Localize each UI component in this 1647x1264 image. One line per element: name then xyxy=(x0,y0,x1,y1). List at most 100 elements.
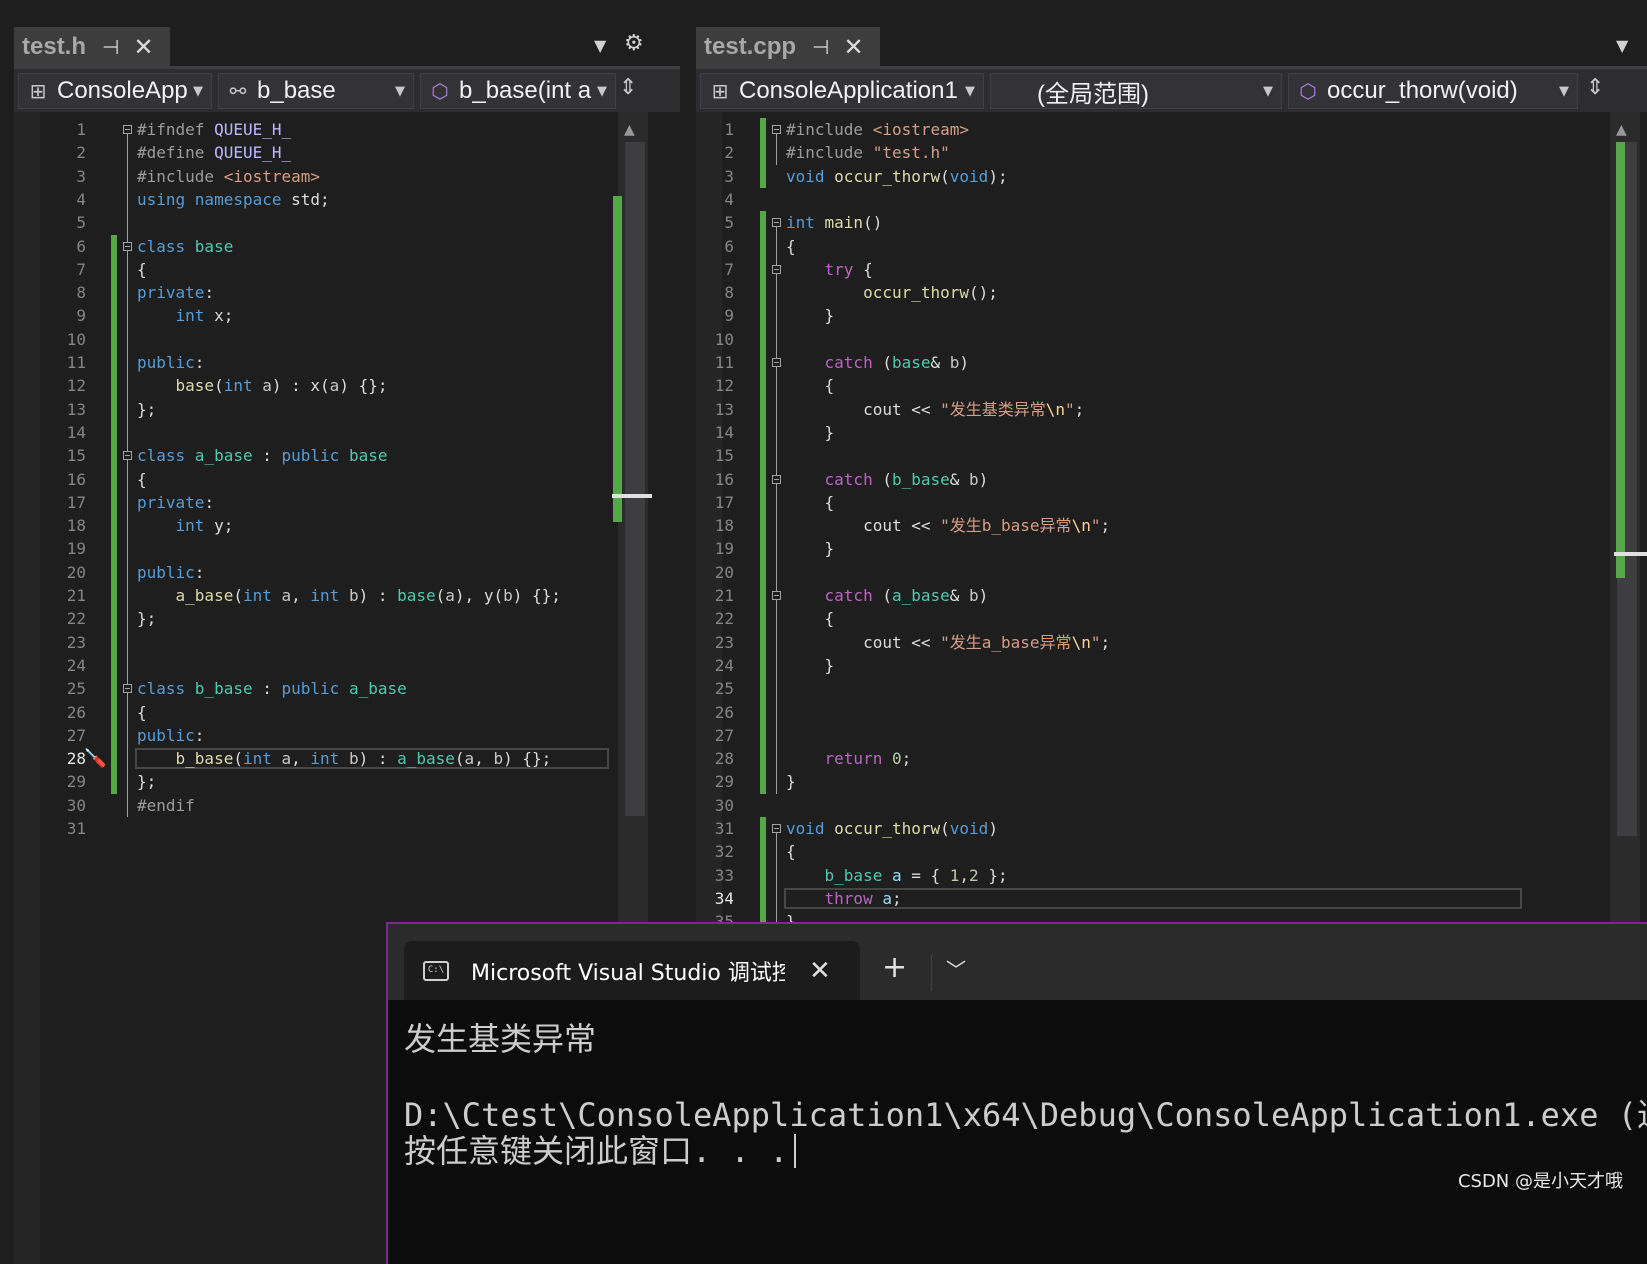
console-tab[interactable]: C:\ Microsoft Visual Studio 调试控制台 ✕ xyxy=(404,941,860,1000)
collapse-toggle-icon[interactable] xyxy=(772,218,781,228)
code-line[interactable]: { xyxy=(137,258,147,281)
collapse-toggle-icon[interactable] xyxy=(123,451,132,461)
scope-combo[interactable]: ⚯ b_base ▼ xyxy=(218,73,414,109)
code-line[interactable]: } xyxy=(786,421,835,444)
code-line[interactable]: return 0; xyxy=(786,747,912,770)
gear-icon[interactable]: ⚙ xyxy=(624,31,644,56)
code-line[interactable]: cout << "发生b_base异常\n"; xyxy=(786,514,1110,537)
code-line[interactable]: int y; xyxy=(137,514,234,537)
code-line[interactable]: public: xyxy=(137,724,204,747)
line-number: 29 xyxy=(66,772,86,792)
project-combo[interactable]: ⊞ ConsoleApplication1 ▼ xyxy=(700,73,984,109)
code-line[interactable]: { xyxy=(786,607,835,630)
code-line[interactable]: a_base(int a, int b) : base(a), y(b) {}; xyxy=(137,584,561,607)
split-window-icon[interactable]: ⇕ xyxy=(619,75,637,100)
code-line[interactable]: catch (base& b) xyxy=(786,351,970,374)
collapse-toggle-icon[interactable] xyxy=(772,474,781,484)
tab-list-dropdown-icon[interactable]: ▼ xyxy=(1616,36,1628,55)
collapse-toggle-icon[interactable] xyxy=(772,358,781,367)
code-line[interactable]: } xyxy=(786,770,796,793)
member-combo[interactable]: ⬡ occur_thorw(void) ▼ xyxy=(1288,73,1578,109)
code-line[interactable]: void occur_thorw(void) xyxy=(786,817,998,840)
tab-list-dropdown-icon[interactable]: ▼ xyxy=(594,36,606,55)
code-line[interactable]: #define QUEUE_H_ xyxy=(137,141,291,164)
code-line[interactable]: using namespace std; xyxy=(137,188,330,211)
code-line[interactable]: { xyxy=(786,491,835,514)
tab-test-cpp[interactable]: test.cpp ⊣ ✕ xyxy=(696,27,880,66)
collapse-toggle-icon[interactable] xyxy=(772,591,781,600)
collapse-toggle-icon[interactable] xyxy=(772,264,781,274)
code-line[interactable]: int main() xyxy=(786,211,882,234)
code-line[interactable]: private: xyxy=(137,491,214,514)
split-window-icon[interactable]: ⇕ xyxy=(1586,75,1604,100)
close-icon[interactable]: ✕ xyxy=(809,956,831,986)
code-line[interactable]: catch (b_base& b) xyxy=(786,468,989,491)
collapse-toggle-icon[interactable] xyxy=(123,684,132,694)
code-line[interactable]: }; xyxy=(137,607,156,630)
tab-test-h[interactable]: test.h ⊣ ✕ xyxy=(14,27,170,66)
code-line[interactable]: public: xyxy=(137,561,204,584)
chevron-down-icon[interactable]: ﹀ xyxy=(946,954,966,983)
code-line[interactable]: }; xyxy=(137,770,156,793)
project-icon: ⊞ xyxy=(29,79,47,103)
code-line[interactable]: private: xyxy=(137,281,214,304)
code-line[interactable]: { xyxy=(786,374,835,397)
collapse-toggle-icon[interactable] xyxy=(772,824,781,833)
code-line[interactable]: class a_base : public base xyxy=(137,444,387,467)
pin-icon[interactable]: ⊣ xyxy=(812,35,829,59)
line-number: 16 xyxy=(66,469,86,489)
code-line[interactable]: void occur_thorw(void); xyxy=(786,165,1008,188)
code-line[interactable]: #include <iostream> xyxy=(786,118,969,141)
console-tab-bar: C:\ Microsoft Visual Studio 调试控制台 ✕ + ﹀ xyxy=(388,924,1647,1000)
close-icon[interactable]: ✕ xyxy=(843,33,863,61)
code-line[interactable]: } xyxy=(786,654,835,677)
line-number: 23 xyxy=(66,632,86,652)
scroll-up-icon[interactable]: ▲ xyxy=(1616,122,1627,138)
code-line[interactable]: int x; xyxy=(137,304,234,327)
code-line[interactable]: occur_thorw(); xyxy=(786,281,998,304)
code-line[interactable]: #ifndef QUEUE_H_ xyxy=(137,118,291,141)
project-combo[interactable]: ⊞ ConsoleApp ▼ xyxy=(18,73,212,109)
code-line[interactable]: } xyxy=(786,304,835,327)
collapse-toggle-icon[interactable] xyxy=(123,125,132,134)
collapse-toggle-icon[interactable] xyxy=(123,241,132,251)
scrollbar-thumb[interactable] xyxy=(625,142,645,816)
code-line[interactable]: catch (a_base& b) xyxy=(786,584,989,607)
code-line[interactable]: { xyxy=(786,235,796,258)
code-line[interactable]: class base xyxy=(137,235,233,258)
code-line[interactable]: base(int a) : x(a) {}; xyxy=(137,374,388,397)
code-line[interactable]: }; xyxy=(137,398,156,421)
code-line[interactable]: #endif xyxy=(137,794,195,817)
code-line[interactable]: { xyxy=(786,840,796,863)
code-line[interactable]: { xyxy=(137,468,147,491)
code-line[interactable]: b_base a = { 1,2 }; xyxy=(786,864,1008,887)
caret-position-marker xyxy=(1614,552,1647,556)
collapse-toggle-icon[interactable] xyxy=(772,125,781,134)
screwdriver-icon[interactable]: 🪛 xyxy=(84,748,106,769)
code-line[interactable]: try { xyxy=(786,258,873,281)
line-number: 28 xyxy=(714,749,734,769)
member-combo[interactable]: ⬡ b_base(int a ▼ xyxy=(420,73,616,109)
close-icon[interactable]: ✕ xyxy=(133,33,153,61)
code-line[interactable]: cout << "发生基类异常\n"; xyxy=(786,398,1084,421)
code-token: "发生b_base异常 xyxy=(940,516,1072,536)
line-number: 4 xyxy=(724,189,734,209)
line-number: 5 xyxy=(76,213,86,233)
code-token: 0 xyxy=(891,749,902,769)
code-line[interactable]: public: xyxy=(137,351,204,374)
line-number: 31 xyxy=(714,819,734,838)
code-line[interactable]: throw a; xyxy=(786,887,902,910)
class-icon: ⚯ xyxy=(229,79,247,103)
new-tab-plus-icon[interactable]: + xyxy=(882,950,907,985)
code-line[interactable]: { xyxy=(137,701,147,724)
scope-combo[interactable]: (全局范围) ▼ xyxy=(990,73,1282,109)
pin-icon[interactable]: ⊣ xyxy=(102,35,119,59)
line-number: 9 xyxy=(76,306,86,326)
code-line[interactable]: b_base(int a, int b) : a_base(a, b) {}; xyxy=(137,747,552,770)
code-line[interactable]: cout << "发生a_base异常\n"; xyxy=(786,631,1110,654)
code-line[interactable]: #include "test.h" xyxy=(786,141,950,164)
code-line[interactable]: #include <iostream> xyxy=(137,165,320,188)
code-line[interactable]: } xyxy=(786,537,835,560)
scroll-up-icon[interactable]: ▲ xyxy=(624,122,635,138)
code-line[interactable]: class b_base : public a_base xyxy=(137,677,407,700)
